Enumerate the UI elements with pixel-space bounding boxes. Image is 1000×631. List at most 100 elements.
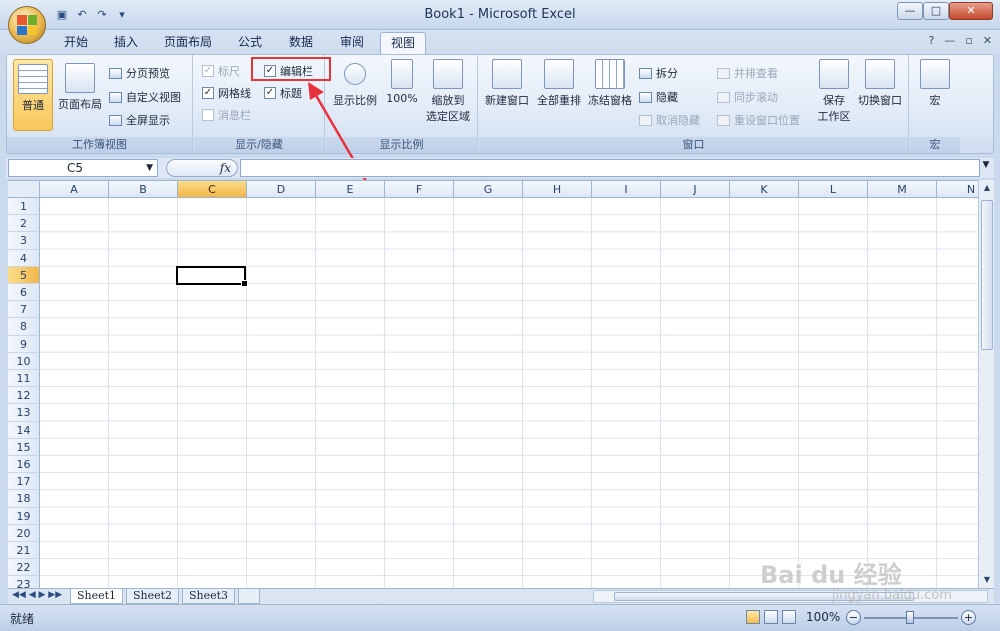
row-header-20[interactable]: 20	[8, 524, 40, 542]
row-header-7[interactable]: 7	[8, 301, 40, 319]
macros-button[interactable]: 宏	[916, 59, 954, 108]
reset-window-position-button[interactable]: 重设窗口位置	[717, 112, 800, 128]
row-header-13[interactable]: 13	[8, 404, 40, 422]
gridlines-checkbox[interactable]: ✓ 网格线	[202, 85, 251, 101]
tab-view[interactable]: 视图	[380, 32, 427, 54]
column-header-b[interactable]: B	[109, 181, 178, 198]
page-layout-view-icon[interactable]	[764, 610, 778, 624]
office-button[interactable]	[8, 6, 46, 44]
row-header-18[interactable]: 18	[8, 490, 40, 508]
insert-function-button[interactable]: fx	[166, 159, 238, 177]
row-header-9[interactable]: 9	[8, 335, 40, 353]
hide-button[interactable]: 隐藏	[639, 89, 678, 105]
zoom-knob[interactable]	[906, 611, 914, 624]
ribbon-close-button[interactable]: ✕	[983, 34, 992, 47]
tab-data[interactable]: 数据	[279, 32, 323, 54]
synchronous-scrolling-button[interactable]: 同步滚动	[717, 89, 778, 105]
split-button[interactable]: 拆分	[639, 65, 678, 81]
column-header-j[interactable]: J	[661, 181, 730, 198]
save-workspace-button[interactable]: 保存 工作区	[815, 59, 853, 124]
scroll-up-icon[interactable]: ▲	[979, 180, 995, 196]
full-screen-button[interactable]: 全屏显示	[109, 112, 170, 128]
normal-view-icon[interactable]	[746, 610, 760, 624]
tab-insert[interactable]: 插入	[104, 32, 148, 54]
page-layout-view-button[interactable]: 页面布局	[55, 59, 105, 112]
vertical-scrollbar[interactable]: ▲ ▼	[978, 180, 994, 588]
column-header-i[interactable]: I	[592, 181, 661, 198]
page-break-preview-button[interactable]: 分页预览	[109, 65, 170, 81]
save-icon[interactable]: ▣	[54, 7, 70, 23]
select-all-button[interactable]	[8, 181, 40, 198]
column-header-m[interactable]: M	[868, 181, 937, 198]
close-window-button[interactable]: ✕	[949, 2, 993, 20]
column-header-a[interactable]: A	[40, 181, 109, 198]
zoom-slider[interactable]: − +	[846, 610, 976, 626]
insert-sheet-icon[interactable]	[238, 589, 260, 604]
maximize-window-button[interactable]: □	[923, 2, 949, 20]
headings-checkbox[interactable]: ✓ 标题	[264, 85, 302, 101]
column-header-e[interactable]: E	[316, 181, 385, 198]
active-cell[interactable]	[176, 266, 248, 287]
page-break-view-icon[interactable]	[782, 610, 796, 624]
message-bar-checkbox[interactable]: 消息栏	[202, 107, 251, 123]
zoom-level[interactable]: 100%	[806, 610, 840, 624]
redo-icon[interactable]: ↷	[94, 7, 110, 23]
normal-view-button[interactable]: 普通	[13, 59, 53, 131]
row-header-16[interactable]: 16	[8, 456, 40, 474]
row-header-23[interactable]: 23	[8, 576, 40, 588]
expand-formula-bar-icon[interactable]: ▼	[980, 160, 992, 176]
sheet-tab-sheet1[interactable]: Sheet1	[70, 589, 124, 604]
formula-input[interactable]	[240, 159, 980, 177]
column-header-d[interactable]: D	[247, 181, 316, 198]
row-header-14[interactable]: 14	[8, 421, 40, 439]
view-side-by-side-button[interactable]: 并排查看	[717, 65, 778, 81]
column-header-f[interactable]: F	[385, 181, 454, 198]
row-header-19[interactable]: 19	[8, 507, 40, 525]
row-header-15[interactable]: 15	[8, 438, 40, 456]
chevron-down-icon[interactable]: ▼	[146, 160, 153, 176]
tab-review[interactable]: 审阅	[330, 32, 374, 54]
row-header-4[interactable]: 4	[8, 249, 40, 267]
vertical-scroll-thumb[interactable]	[981, 200, 993, 350]
tab-page-layout[interactable]: 页面布局	[154, 32, 222, 54]
sheet-tab-sheet3[interactable]: Sheet3	[182, 589, 236, 604]
row-header-12[interactable]: 12	[8, 387, 40, 405]
row-header-6[interactable]: 6	[8, 284, 40, 302]
arrange-all-button[interactable]: 全部重排	[535, 59, 583, 108]
worksheet[interactable]: ABCDEFGHIJKLMN 1 2 3 4 5 6 7 8 9 10 11 12 13 14 15 16 17…	[8, 180, 978, 588]
zoom-out-icon[interactable]: −	[846, 610, 861, 625]
row-header-22[interactable]: 22	[8, 559, 40, 577]
name-box[interactable]: C5 ▼	[8, 159, 158, 177]
row-header-3[interactable]: 3	[8, 232, 40, 250]
freeze-panes-button[interactable]: 冻结窗格	[585, 59, 635, 108]
zoom-in-icon[interactable]: +	[961, 610, 976, 625]
ribbon-minimize-button[interactable]: —	[944, 34, 955, 47]
help-icon[interactable]: ?	[928, 34, 934, 47]
customize-qat-icon[interactable]: ▾	[114, 7, 130, 23]
unhide-button[interactable]: 取消隐藏	[639, 112, 700, 128]
row-header-21[interactable]: 21	[8, 542, 40, 560]
tab-formulas[interactable]: 公式	[228, 32, 272, 54]
row-header-1[interactable]: 1	[8, 198, 40, 216]
row-header-8[interactable]: 8	[8, 318, 40, 336]
scroll-down-icon[interactable]: ▼	[979, 572, 995, 588]
tab-home[interactable]: 开始	[54, 32, 98, 54]
row-header-10[interactable]: 10	[8, 352, 40, 370]
row-header-17[interactable]: 17	[8, 473, 40, 491]
column-header-h[interactable]: H	[523, 181, 592, 198]
column-header-l[interactable]: L	[799, 181, 868, 198]
zoom-to-selection-button[interactable]: 缩放到 选定区域	[422, 59, 474, 124]
sheet-tab-sheet2[interactable]: Sheet2	[126, 589, 180, 604]
row-header-11[interactable]: 11	[8, 370, 40, 388]
row-header-2[interactable]: 2	[8, 215, 40, 233]
column-header-g[interactable]: G	[454, 181, 523, 198]
ribbon-restore-button[interactable]: ▫	[965, 34, 972, 47]
undo-icon[interactable]: ↶	[74, 7, 90, 23]
custom-views-button[interactable]: 自定义视图	[109, 89, 181, 105]
ruler-checkbox[interactable]: ✓ 标尺	[202, 63, 240, 79]
column-header-c[interactable]: C	[178, 181, 247, 198]
column-header-k[interactable]: K	[730, 181, 799, 198]
cell-grid[interactable]	[40, 198, 978, 588]
switch-windows-button[interactable]: 切换窗口	[855, 59, 905, 108]
new-window-button[interactable]: 新建窗口	[483, 59, 531, 108]
